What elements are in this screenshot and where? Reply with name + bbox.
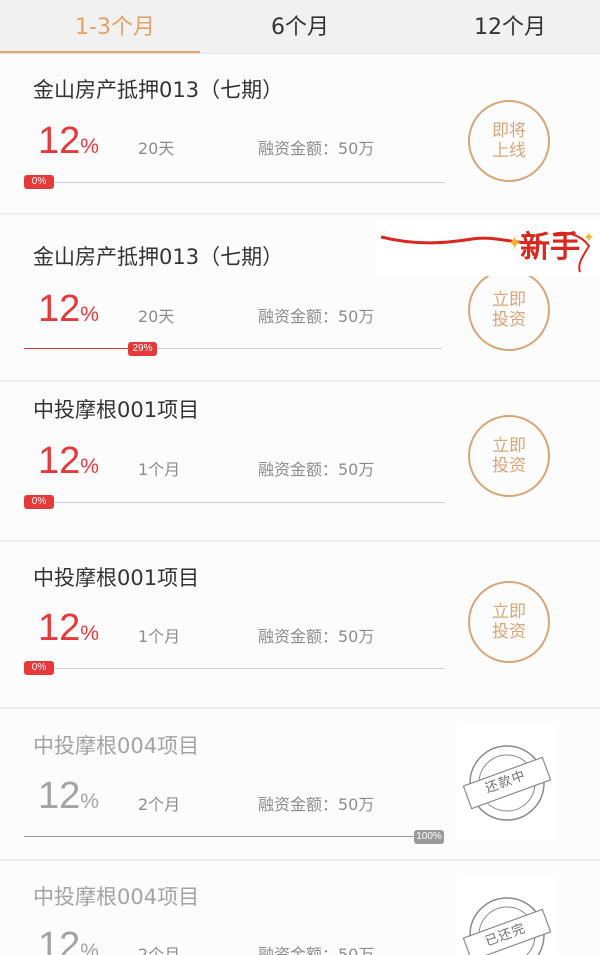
product-title: 金山房产抵押013（七期） [33, 245, 284, 269]
period-tabs: 1-3个月 6个月 12个月 [0, 0, 600, 54]
repaying-stamp: 还款中 [457, 725, 557, 840]
button-line-1: 立即 [492, 436, 526, 456]
button-line-2: 投资 [492, 622, 526, 642]
product-card[interactable]: 金山房产抵押013（七期） 12% 20天 融资金额：50万 0% 即将 上线 [0, 54, 600, 215]
product-title: 中投摩根004项目 [33, 734, 200, 758]
rate-value: 12 [38, 925, 81, 955]
progress-badge: 0% [24, 495, 54, 509]
stamp-seal-icon [462, 897, 552, 955]
term-label: 20天 [138, 307, 175, 326]
annual-rate: 12% [38, 288, 99, 331]
rate-value: 12 [38, 440, 81, 482]
product-title: 中投摩根001项目 [33, 398, 200, 422]
progress-fill [24, 348, 145, 349]
progress-badge: 0% [24, 175, 54, 189]
rate-percent-sign: % [80, 455, 99, 478]
product-card[interactable]: 中投摩根001项目 12% 1个月 融资金额：50万 0% 立即 投资 [0, 542, 600, 709]
annual-rate: 12% [38, 440, 99, 483]
annual-rate: 12% [38, 120, 99, 163]
newbie-label: 新手 [520, 230, 580, 265]
repaid-stamp: 已还完 [457, 877, 557, 955]
rate-value: 12 [38, 607, 81, 649]
tab-12-months[interactable]: 12个月 [410, 0, 600, 53]
product-title: 中投摩根001项目 [33, 566, 200, 590]
product-card[interactable]: 中投摩根004项目 12% 2个月 融资金额：50万 已还完 [0, 861, 600, 955]
annual-rate: 12% [38, 607, 99, 650]
invest-now-button[interactable]: 立即 投资 [468, 415, 550, 497]
rate-percent-sign: % [80, 303, 99, 326]
progress-badge: 29% [128, 342, 157, 356]
button-line-1: 立即 [492, 602, 526, 622]
term-label: 2个月 [138, 945, 181, 955]
button-line-2: 投资 [492, 310, 526, 330]
tab-6-months[interactable]: 6个月 [200, 0, 400, 53]
term-label: 2个月 [138, 795, 181, 814]
coming-soon-button[interactable]: 即将 上线 [468, 100, 550, 182]
progress-badge: 0% [24, 661, 54, 675]
product-card[interactable]: 中投摩根001项目 12% 1个月 融资金额：50万 0% 立即 投资 [0, 382, 600, 542]
progress-track [24, 836, 416, 837]
term-label: 20天 [138, 139, 175, 158]
rate-value: 12 [38, 120, 81, 162]
rate-value: 12 [38, 288, 81, 330]
invest-now-button[interactable]: 立即 投资 [468, 581, 550, 663]
term-label: 1个月 [138, 460, 181, 479]
active-tab-indicator [0, 51, 200, 53]
product-title: 中投摩根004项目 [33, 885, 200, 909]
progress-track [24, 668, 445, 669]
financing-amount: 融资金额：50万 [258, 627, 375, 646]
button-line-1: 即将 [492, 121, 526, 141]
rate-value: 12 [38, 775, 81, 817]
rate-percent-sign: % [80, 135, 99, 158]
rate-percent-sign: % [80, 940, 99, 955]
svg-text:✦: ✦ [583, 230, 595, 246]
financing-amount: 融资金额：50万 [258, 945, 375, 955]
button-line-1: 立即 [492, 290, 526, 310]
annual-rate: 12% [38, 775, 99, 818]
term-label: 1个月 [138, 627, 181, 646]
financing-amount: 融资金额：50万 [258, 139, 375, 158]
button-line-2: 上线 [492, 141, 526, 161]
annual-rate: 12% [38, 925, 99, 955]
rate-percent-sign: % [80, 790, 99, 813]
financing-amount: 融资金额：50万 [258, 460, 375, 479]
product-title: 金山房产抵押013（七期） [33, 78, 284, 102]
progress-track [24, 182, 445, 183]
progress-badge: 100% [414, 830, 444, 844]
invest-now-button[interactable]: 立即 投资 [468, 269, 550, 351]
rate-percent-sign: % [80, 622, 99, 645]
button-line-2: 投资 [492, 456, 526, 476]
financing-amount: 融资金额：50万 [258, 795, 375, 814]
financing-amount: 融资金额：50万 [258, 307, 375, 326]
tab-1-3-months[interactable]: 1-3个月 [0, 0, 230, 53]
product-card[interactable]: 中投摩根004项目 12% 2个月 融资金额：50万 100% 还款中 [0, 709, 600, 861]
newbie-ribbon: ✦ ✦ 新手 [377, 220, 600, 276]
progress-track [24, 502, 445, 503]
